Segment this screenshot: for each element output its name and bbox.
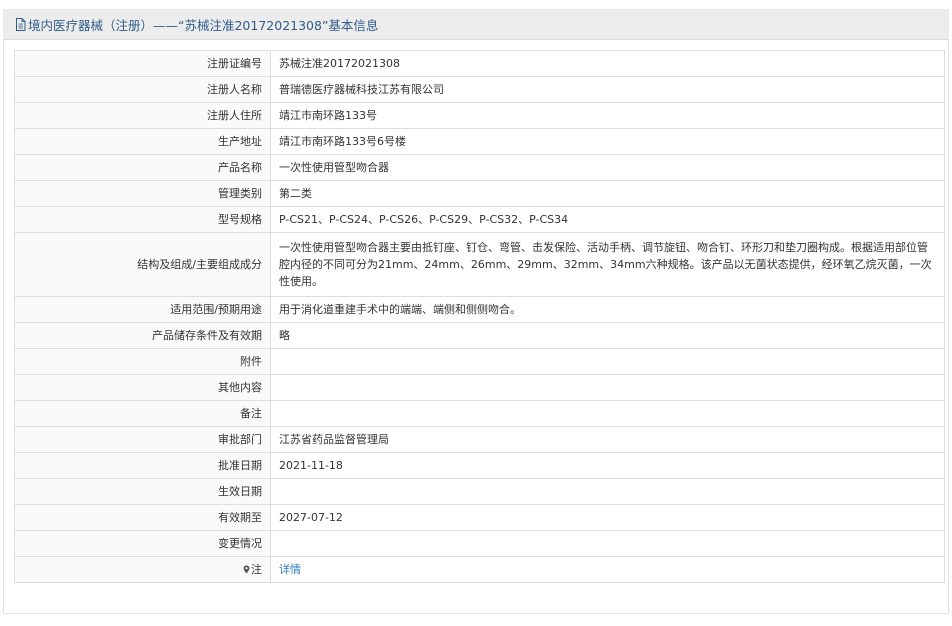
row-label: 有效期至 — [14, 504, 271, 531]
row-value — [270, 478, 945, 505]
row-label: 管理类别 — [14, 180, 271, 207]
row-label: 结构及组成/主要组成成分 — [14, 232, 271, 297]
row-label: 注册证编号 — [14, 50, 271, 77]
document-icon — [15, 17, 26, 31]
row-label: 适用范围/预期用途 — [14, 296, 271, 323]
row-value: 普瑞德医疗器械科技江苏有限公司 — [270, 76, 945, 103]
row-value: 略 — [270, 322, 945, 349]
table-row: 注册人住所 靖江市南环路133号 — [14, 102, 945, 129]
table-row: 备注 — [14, 400, 945, 427]
table-row: 注 详情 — [14, 556, 945, 583]
row-label: 型号规格 — [14, 206, 271, 233]
row-value: 靖江市南环路133号6号楼 — [270, 128, 945, 155]
row-value — [270, 400, 945, 427]
table-row: 结构及组成/主要组成成分 一次性使用管型吻合器主要由抵钉座、钉仓、弯管、击发保险… — [14, 232, 945, 297]
row-label: 附件 — [14, 348, 271, 375]
map-pin-icon — [243, 562, 250, 574]
table-row: 适用范围/预期用途 用于消化道重建手术中的端端、端侧和侧侧吻合。 — [14, 296, 945, 323]
table-row: 审批部门 江苏省药品监督管理局 — [14, 426, 945, 453]
row-label: 注册人名称 — [14, 76, 271, 103]
table-row: 注册证编号 苏械注准20172021308 — [14, 50, 945, 77]
row-value — [270, 374, 945, 401]
table-row: 附件 — [14, 348, 945, 375]
page-header: 境内医疗器械（注册）——“苏械注准20172021308”基本信息 — [3, 9, 949, 40]
row-value: 靖江市南环路133号 — [270, 102, 945, 129]
row-label: 产品名称 — [14, 154, 271, 181]
table-row: 有效期至 2027-07-12 — [14, 504, 945, 531]
row-label: 备注 — [14, 400, 271, 427]
row-value — [270, 348, 945, 375]
row-label: 注册人住所 — [14, 102, 271, 129]
table-row: 批准日期 2021-11-18 — [14, 452, 945, 479]
row-value: P-CS21、P-CS24、P-CS26、P-CS29、P-CS32、P-CS3… — [270, 206, 945, 233]
details-link[interactable]: 详情 — [279, 563, 301, 576]
table-row: 其他内容 — [14, 374, 945, 401]
row-value: 2027-07-12 — [270, 504, 945, 531]
row-value: 第二类 — [270, 180, 945, 207]
table-row: 注册人名称 普瑞德医疗器械科技江苏有限公司 — [14, 76, 945, 103]
page-title: 境内医疗器械（注册）——“苏械注准20172021308”基本信息 — [28, 17, 379, 33]
row-value-cell: 详情 — [270, 556, 945, 583]
row-label: 生效日期 — [14, 478, 271, 505]
row-label: 变更情况 — [14, 530, 271, 557]
row-label: 产品储存条件及有效期 — [14, 322, 271, 349]
row-value: 一次性使用管型吻合器主要由抵钉座、钉仓、弯管、击发保险、活动手柄、调节旋钮、吻合… — [270, 232, 945, 297]
table-row: 变更情况 — [14, 530, 945, 557]
table-row: 产品储存条件及有效期 略 — [14, 322, 945, 349]
table-row: 型号规格 P-CS21、P-CS24、P-CS26、P-CS29、P-CS32、… — [14, 206, 945, 233]
row-value: 苏械注准20172021308 — [270, 50, 945, 77]
table-row: 生效日期 — [14, 478, 945, 505]
row-value: 2021-11-18 — [270, 452, 945, 479]
table-row: 产品名称 一次性使用管型吻合器 — [14, 154, 945, 181]
row-value: 一次性使用管型吻合器 — [270, 154, 945, 181]
row-value — [270, 530, 945, 557]
table-row: 生产地址 靖江市南环路133号6号楼 — [14, 128, 945, 155]
row-label: 生产地址 — [14, 128, 271, 155]
row-value: 江苏省药品监督管理局 — [270, 426, 945, 453]
row-label: 批准日期 — [14, 452, 271, 479]
row-label: 其他内容 — [14, 374, 271, 401]
info-table: 注册证编号 苏械注准20172021308 注册人名称 普瑞德医疗器械科技江苏有… — [14, 50, 945, 583]
row-label: 注 — [251, 563, 262, 576]
note-label-cell: 注 — [14, 556, 271, 583]
row-label: 审批部门 — [14, 426, 271, 453]
table-row: 管理类别 第二类 — [14, 180, 945, 207]
row-value: 用于消化道重建手术中的端端、端侧和侧侧吻合。 — [270, 296, 945, 323]
